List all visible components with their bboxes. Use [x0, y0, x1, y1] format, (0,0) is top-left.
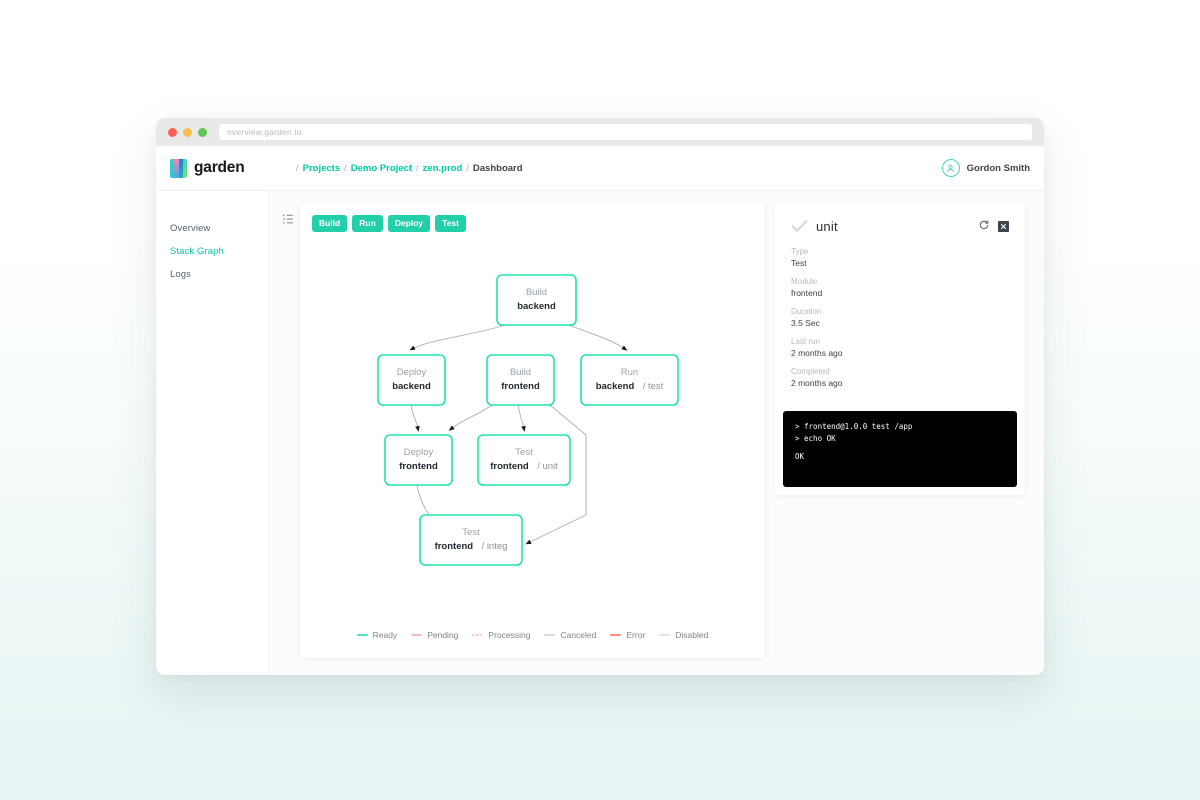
node-module: frontend [501, 381, 540, 392]
app-body: Overview Stack Graph Logs Build Run Depl… [156, 191, 1044, 675]
legend-swatch-pending [411, 634, 423, 636]
legend-swatch-processing [472, 634, 484, 636]
detail-panel-title: unit [816, 218, 838, 234]
stack-graph-card: Build Run Deploy Test Build backend Depl… [300, 203, 765, 658]
legend-item-canceled: Canceled [544, 630, 596, 640]
graph-legend: Ready Pending Processing Canceled Error … [300, 630, 765, 640]
legend-swatch-disabled [659, 634, 671, 636]
app-header: garden / Projects / Demo Project / zen.p… [156, 146, 1044, 191]
legend-item-processing: Processing [472, 630, 530, 640]
graph-node-run-backend-test[interactable]: Run backend / test [580, 354, 679, 406]
legend-item-pending: Pending [411, 630, 458, 640]
detail-panel-fields: Type Test Module frontend Duration 3.5 S… [791, 247, 1009, 388]
breadcrumb-item-demo-project[interactable]: Demo Project [351, 163, 412, 174]
breadcrumb-item-dashboard: Dashboard [472, 162, 523, 174]
legend-swatch-ready [356, 634, 368, 636]
window-close-button[interactable] [168, 127, 177, 137]
legend-item-disabled: Disabled [659, 630, 708, 640]
node-suffix: / unit [537, 461, 558, 472]
node-module: backend [596, 381, 635, 392]
field-label-type: Type [791, 247, 809, 256]
graph-node-deploy-frontend[interactable]: Deploy frontend [384, 434, 453, 486]
node-module: backend [517, 301, 556, 312]
stack-graph-svg: Build backend Deploy backend Build front… [377, 274, 679, 566]
user-avatar-icon [941, 159, 960, 177]
node-suffix: / integ [482, 541, 508, 552]
field-value-last-run: 2 months ago [791, 348, 843, 358]
graph-node-build-frontend[interactable]: Build frontend [486, 354, 555, 406]
field-label-duration: Duration [791, 307, 822, 316]
detail-panel-header: unit [791, 217, 1009, 235]
breadcrumb-separator: / [344, 162, 347, 174]
breadcrumb: / Projects / Demo Project / zen.prod / D… [296, 163, 523, 174]
legend-label: Canceled [560, 630, 597, 640]
graph-node-test-frontend-integ[interactable]: Test frontend / integ [419, 514, 523, 566]
sidebar-item-stack-graph[interactable]: Stack Graph [170, 246, 269, 257]
garden-logo-icon [170, 158, 187, 178]
address-bar-url: overview.garden.io [227, 127, 302, 137]
field-value-completed: 2 months ago [791, 378, 843, 388]
terminal-line: OK [795, 452, 805, 462]
legend-item-ready: Ready [356, 630, 398, 640]
legend-label: Processing [488, 630, 531, 640]
address-bar[interactable]: overview.garden.io [219, 124, 1032, 140]
legend-swatch-error [610, 634, 622, 636]
terminal-output[interactable]: > frontend@1.0.0 test /app > echo OK OK [783, 411, 1017, 487]
field-value-duration: 3.5 Sec [791, 318, 820, 328]
legend-label: Error [626, 630, 646, 640]
window-controls [168, 127, 207, 137]
legend-label: Pending [427, 630, 459, 640]
brand-name: garden [194, 159, 245, 176]
refresh-icon[interactable] [979, 217, 989, 235]
detail-panel: unit Type Test Module frontend Duration … [775, 203, 1025, 495]
detail-panel-actions [979, 217, 1009, 235]
field-value-module: frontend [791, 288, 823, 298]
sidebar-item-overview[interactable]: Overview [170, 223, 269, 234]
node-module: frontend [490, 461, 529, 472]
collapse-list-icon[interactable] [282, 213, 294, 225]
legend-label: Disabled [675, 630, 709, 640]
window-minimize-button[interactable] [183, 127, 192, 137]
graph-node-deploy-backend[interactable]: Deploy backend [377, 354, 446, 406]
breadcrumb-item-zen-prod[interactable]: zen.prod [423, 163, 463, 174]
user-menu[interactable]: Gordon Smith [941, 159, 1030, 177]
user-name: Gordon Smith [966, 162, 1030, 174]
brand[interactable]: garden [170, 158, 280, 178]
field-label-last-run: Last run [791, 337, 820, 346]
breadcrumb-separator: / [296, 162, 299, 174]
browser-window: overview.garden.io garden / Projects / D… [156, 118, 1044, 675]
sidebar-item-logs[interactable]: Logs [170, 269, 269, 280]
node-kind: Build [526, 287, 547, 298]
node-kind: Build [510, 367, 531, 378]
field-label-module: Module [791, 277, 818, 286]
legend-label: Ready [372, 630, 398, 640]
breadcrumb-item-projects[interactable]: Projects [303, 163, 341, 174]
main-content: Build Run Deploy Test Build backend Depl… [270, 191, 1044, 675]
close-icon[interactable] [998, 220, 1009, 232]
checkmark-icon [791, 219, 808, 233]
graph-section: Build Run Deploy Test Build backend Depl… [282, 203, 765, 675]
window-maximize-button[interactable] [198, 127, 207, 137]
field-value-type: Test [791, 258, 807, 268]
breadcrumb-separator: / [466, 162, 469, 174]
graph-node-test-frontend-unit[interactable]: Test frontend / unit [477, 434, 571, 486]
node-module: frontend [399, 461, 438, 472]
breadcrumb-separator: / [416, 162, 419, 174]
node-module: frontend [435, 541, 474, 552]
graph-node-build-backend[interactable]: Build backend [496, 274, 577, 326]
terminal-line: > echo OK [795, 433, 836, 443]
node-suffix: / test [643, 381, 664, 392]
node-kind: Deploy [404, 447, 434, 458]
graph-nodes: Build backend Deploy backend Build front… [377, 274, 679, 566]
node-kind: Deploy [397, 367, 427, 378]
terminal-line: > frontend@1.0.0 test /app [795, 422, 913, 431]
legend-swatch-canceled [544, 634, 556, 636]
sidebar: Overview Stack Graph Logs [156, 191, 270, 675]
legend-item-error: Error [610, 630, 645, 640]
browser-titlebar: overview.garden.io [156, 118, 1044, 146]
field-label-completed: Completed [791, 367, 830, 376]
node-module: backend [392, 381, 431, 392]
